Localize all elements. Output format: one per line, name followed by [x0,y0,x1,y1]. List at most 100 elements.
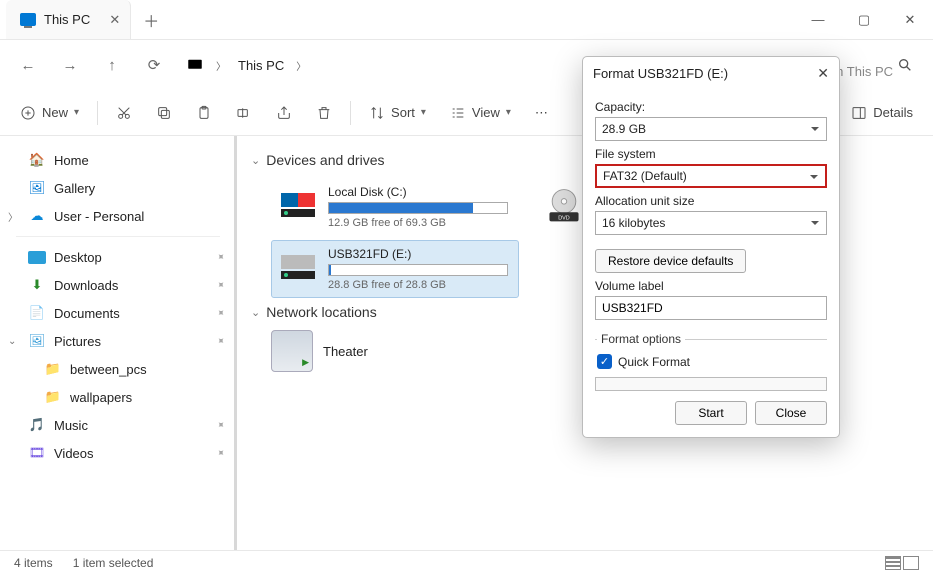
netloc-name: Theater [323,344,368,359]
pin-icon[interactable]: ✦ [213,334,227,348]
forward-button[interactable]: → [52,47,88,83]
pin-icon[interactable]: ✦ [213,278,227,292]
rename-button[interactable] [226,99,262,127]
sort-button[interactable]: Sort ▾ [359,99,436,127]
sidebar-item-between-pcs[interactable]: 📁between_pcs [6,355,230,383]
share-button[interactable] [266,99,302,127]
video-icon: 🎞 [28,444,46,462]
close-dialog-button[interactable]: ✕ [817,65,829,82]
back-button[interactable]: ← [10,47,46,83]
status-count: 4 items [14,556,53,570]
sidebar-item-downloads[interactable]: ⬇Downloads✦ [6,271,230,299]
volume-label-input[interactable] [595,296,827,320]
window-controls: — ▢ ✕ [795,0,933,40]
details-view-icon[interactable] [885,556,901,570]
svg-text:DVD: DVD [558,216,570,222]
tab-this-pc[interactable]: This PC ✕ [6,0,131,39]
dialog-title-bar[interactable]: Format USB321FD (E:) ✕ [583,57,839,90]
pin-icon[interactable]: ✦ [213,306,227,320]
drive-local-c[interactable]: Local Disk (C:) 12.9 GB free of 69.3 GB [271,178,519,236]
chevron-right-icon[interactable]: 〉 [8,209,18,224]
format-options-group: Format options ✓ Quick Format [595,332,827,371]
new-label: New [42,105,68,120]
document-icon: 📄 [28,304,46,322]
copy-button[interactable] [146,99,182,127]
maximize-button[interactable]: ▢ [841,0,887,40]
delete-button[interactable] [306,99,342,127]
sidebar-item-pictures[interactable]: ⌄🖼Pictures✦ [6,327,230,355]
view-mode-toggle[interactable] [885,556,919,570]
sidebar-item-home[interactable]: 🏠Home [6,146,230,174]
large-icons-view-icon[interactable] [903,556,919,570]
drive-meter [328,202,508,214]
quick-format-checkbox[interactable]: ✓ Quick Format [597,354,825,369]
refresh-button[interactable]: ⟳ [136,47,172,83]
filesystem-select[interactable]: FAT32 (Default) [595,164,827,188]
sidebar-item-documents[interactable]: 📄Documents✦ [6,299,230,327]
pin-icon[interactable]: ✦ [213,446,227,460]
status-bar: 4 items 1 item selected [0,550,933,574]
drive-free: 12.9 GB free of 69.3 GB [328,217,508,229]
new-button[interactable]: New ▾ [10,99,89,127]
sidebar-item-wallpapers[interactable]: 📁wallpapers [6,383,230,411]
media-device-icon [271,330,313,372]
new-tab-button[interactable]: ＋ [131,0,171,39]
sidebar-item-onedrive[interactable]: 〉☁User - Personal [6,202,230,230]
up-button[interactable]: ↑ [94,47,130,83]
chevron-right-icon: 〉 [216,58,226,73]
title-bar: This PC ✕ ＋ — ▢ ✕ [0,0,933,40]
restore-defaults-button[interactable]: Restore device defaults [595,249,746,273]
paste-button[interactable] [186,99,222,127]
chevron-down-icon: ⌄ [251,306,260,319]
view-label: View [472,105,500,120]
sidebar-item-gallery[interactable]: 🖼Gallery [6,174,230,202]
chevron-down-icon: ▾ [506,107,511,118]
more-button[interactable]: ⋯ [525,99,558,127]
start-button[interactable]: Start [675,401,747,425]
chevron-right-icon[interactable]: 〉 [296,58,306,73]
status-selected: 1 item selected [73,556,154,570]
view-button[interactable]: View ▾ [440,99,521,127]
format-dialog: Format USB321FD (E:) ✕ Capacity: 28.9 GB… [582,56,840,438]
pc-icon [186,56,204,74]
minimize-button[interactable]: — [795,0,841,40]
close-button[interactable]: Close [755,401,827,425]
format-options-label: Format options [597,332,685,346]
capacity-select[interactable]: 28.9 GB [595,117,827,141]
sidebar: 🏠Home 🖼Gallery 〉☁User - Personal Desktop… [0,136,237,550]
download-icon: ⬇ [28,276,46,294]
chevron-down-icon: ▾ [421,107,426,118]
pin-icon[interactable]: ✦ [213,418,227,432]
close-window-button[interactable]: ✕ [887,0,933,40]
breadcrumb-root[interactable]: This PC [238,58,284,73]
folder-icon: 📁 [44,360,62,378]
chevron-down-icon[interactable]: ⌄ [8,336,16,347]
close-tab-icon[interactable]: ✕ [109,12,120,28]
cut-button[interactable] [106,99,142,127]
chevron-down-icon: ▾ [74,107,79,118]
dvd-icon: DVD [544,185,584,225]
volume-label-label: Volume label [595,279,827,293]
pictures-icon: 🖼 [28,332,46,350]
folder-icon: 📁 [44,388,62,406]
sidebar-item-music[interactable]: 🎵Music✦ [6,411,230,439]
pin-icon[interactable]: ✦ [213,250,227,264]
chevron-down-icon: ⌄ [251,154,260,167]
home-icon: 🏠 [28,151,46,169]
gallery-icon: 🖼 [28,179,46,197]
drive-usb-e[interactable]: USB321FD (E:) 28.8 GB free of 28.8 GB [271,240,519,298]
tab-title: This PC [44,12,90,27]
onedrive-icon: ☁ [28,207,46,225]
pc-icon [20,13,36,26]
drive-meter [328,264,508,276]
details-pane-button[interactable]: Details [841,99,923,127]
sidebar-item-desktop[interactable]: Desktop✦ [6,243,230,271]
sidebar-item-videos[interactable]: 🎞Videos✦ [6,439,230,467]
sort-label: Sort [391,105,415,120]
format-progress [595,377,827,391]
allocation-select[interactable]: 16 kilobytes [595,211,827,235]
capacity-label: Capacity: [595,100,827,114]
allocation-label: Allocation unit size [595,194,827,208]
checkbox-checked-icon: ✓ [597,354,612,369]
desktop-icon [28,251,46,264]
